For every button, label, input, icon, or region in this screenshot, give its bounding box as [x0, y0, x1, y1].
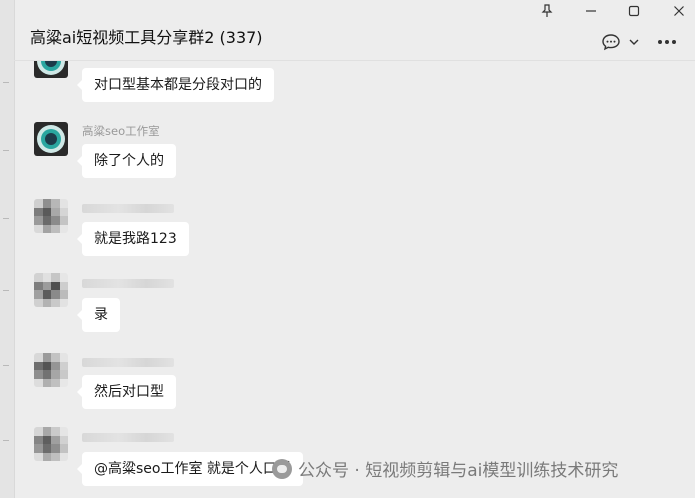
message-bubble[interactable]: 对口型基本都是分段对口的 [77, 68, 274, 102]
sender-name-blurred [82, 279, 174, 288]
pin-icon[interactable] [534, 2, 560, 20]
sender-name-blurred [82, 433, 174, 442]
message-bubble[interactable]: 录 [77, 298, 120, 332]
wechat-official-account-icon [272, 458, 292, 479]
sender-name-blurred [82, 358, 174, 367]
close-icon[interactable] [666, 2, 692, 20]
message-list[interactable]: 对口型基本都是分段对口的 高粱seo工作室 除了个人的 就是我路123 录 然后… [14, 61, 695, 498]
maximize-icon[interactable] [621, 2, 647, 20]
left-edge-strip [0, 0, 15, 498]
watermark: 公众号 · 短视频剪辑与ai模型训练技术研究 [272, 456, 618, 481]
message-bubble[interactable]: 就是我路123 [77, 222, 189, 256]
sender-name: 高粱seo工作室 [82, 124, 160, 138]
avatar[interactable] [34, 199, 68, 233]
chevron-down-icon[interactable] [627, 34, 641, 50]
avatar[interactable] [34, 61, 68, 78]
more-icon[interactable] [654, 32, 680, 52]
minimize-icon[interactable] [578, 2, 604, 20]
watermark-text: 公众号 · 短视频剪辑与ai模型训练技术研究 [298, 461, 619, 481]
chat-title: 高粱ai短视频工具分享群2 (337) [30, 28, 263, 47]
message-bubble[interactable]: 然后对口型 [77, 375, 176, 409]
sender-name-blurred [82, 204, 174, 213]
avatar[interactable] [34, 427, 68, 461]
avatar[interactable] [34, 122, 68, 156]
message-bubble[interactable]: @高粱seo工作室 就是个人口播 [77, 452, 303, 486]
avatar[interactable] [34, 273, 68, 307]
chat-bubble-icon[interactable] [600, 32, 622, 52]
message-bubble[interactable]: 除了个人的 [77, 144, 176, 178]
avatar[interactable] [34, 353, 68, 387]
